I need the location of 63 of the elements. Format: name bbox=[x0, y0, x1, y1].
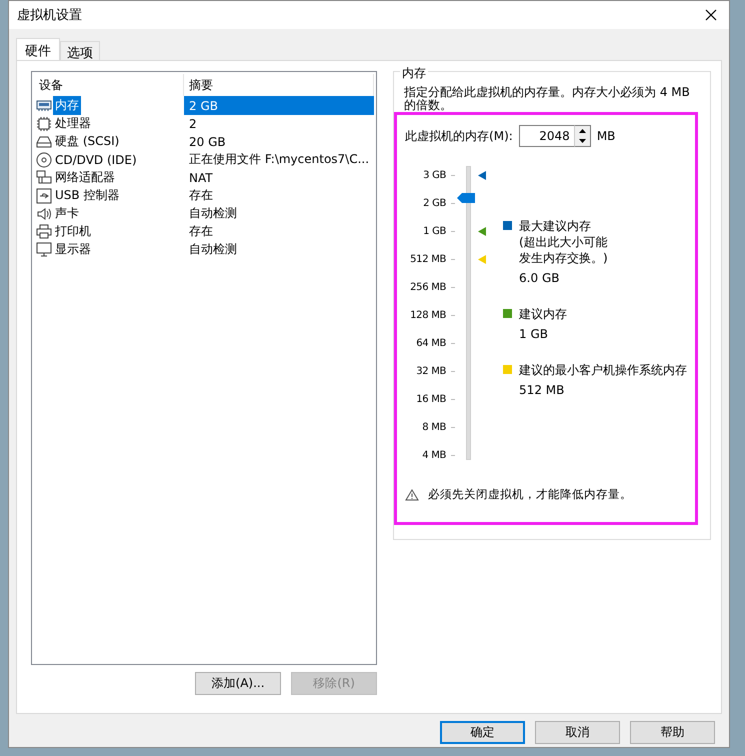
tick-label: 1 GB bbox=[423, 226, 446, 236]
memory-icon bbox=[36, 98, 52, 114]
legend-value: 6.0 GB bbox=[519, 271, 560, 285]
legend-title: 最大建议内存 bbox=[519, 219, 592, 233]
tick-label: 128 MB bbox=[410, 310, 446, 320]
memory-slider[interactable] bbox=[457, 166, 474, 460]
device-name[interactable]: 内存 bbox=[53, 96, 81, 115]
unit-label: MB bbox=[596, 129, 616, 143]
tick-label: 32 MB bbox=[416, 366, 446, 376]
device-summary: 2 GB bbox=[184, 96, 374, 115]
dialog-button[interactable]: 帮助 bbox=[630, 720, 715, 744]
tick-label: 256 MB bbox=[410, 282, 446, 292]
device-summary: 自动检测 bbox=[188, 241, 238, 258]
warning-text: 必须先关闭虚拟机，才能降低内存量。 bbox=[428, 487, 632, 502]
window-title: 虚拟机设置 bbox=[17, 7, 82, 24]
up-arrow-icon[interactable] bbox=[578, 129, 586, 133]
cpu-icon bbox=[36, 116, 52, 132]
dialog-button[interactable]: 取消 bbox=[535, 720, 620, 744]
tick-label: 512 MB bbox=[410, 254, 446, 264]
close-icon[interactable] bbox=[705, 9, 717, 21]
down-arrow-icon[interactable] bbox=[578, 139, 586, 143]
legend-value: 1 GB bbox=[519, 327, 550, 341]
network-icon bbox=[36, 170, 52, 186]
dialog-button[interactable]: 确定 bbox=[440, 720, 525, 744]
device-name[interactable]: CD/DVD (IDE) bbox=[53, 152, 139, 168]
usb-icon bbox=[36, 188, 52, 204]
warning-icon bbox=[405, 488, 420, 500]
legend-value: 512 MB bbox=[519, 383, 566, 397]
tick-label: 4 MB bbox=[422, 450, 446, 460]
legend-title: 建议内存 bbox=[519, 307, 568, 321]
device-name[interactable]: 打印机 bbox=[53, 222, 93, 241]
device-summary: 正在使用文件 F:\mycentos7\C... bbox=[188, 151, 370, 168]
tick-label: 16 MB bbox=[416, 394, 446, 404]
device-name[interactable]: 显示器 bbox=[53, 240, 93, 259]
device-name[interactable]: 硬盘 (SCSI) bbox=[53, 132, 122, 151]
device-summary: 存在 bbox=[188, 187, 214, 204]
tab[interactable]: 选项 bbox=[60, 41, 100, 60]
device-summary: 2 bbox=[188, 116, 198, 132]
sound-icon bbox=[36, 206, 52, 222]
slider-thumb[interactable] bbox=[457, 193, 476, 204]
legend-title: 建议的最小客户机操作系统内存 bbox=[519, 363, 688, 377]
legend-note: 发生内存交换。) bbox=[519, 251, 609, 265]
display-icon bbox=[36, 242, 52, 258]
legend-note: (超出此大小可能 bbox=[519, 235, 609, 249]
tick-label: 2 GB bbox=[423, 198, 446, 208]
device-summary: 20 GB bbox=[188, 134, 227, 150]
device-name[interactable]: 声卡 bbox=[53, 204, 81, 223]
cd-icon bbox=[36, 152, 52, 168]
tick-label: 3 GB bbox=[423, 170, 446, 180]
tick-label: 8 MB bbox=[422, 422, 446, 432]
device-summary: 自动检测 bbox=[188, 205, 238, 222]
device-name[interactable]: 网络适配器 bbox=[53, 168, 117, 187]
device-name[interactable]: USB 控制器 bbox=[53, 186, 122, 205]
device-summary: NAT bbox=[188, 170, 214, 186]
tab[interactable]: 硬件 bbox=[16, 38, 60, 60]
add-button[interactable]: 添加(A)... bbox=[195, 672, 282, 695]
memory-label: 此虚拟机的内存(M): bbox=[405, 128, 513, 144]
device-summary: 存在 bbox=[188, 223, 214, 240]
device-name[interactable]: 处理器 bbox=[53, 114, 93, 133]
printer-icon bbox=[36, 224, 52, 240]
memory-field[interactable]: 2048 bbox=[518, 125, 575, 147]
memory-description: 指定分配给此虚拟机的内存量。内存大小必须为 4 MB 的倍数。 bbox=[403, 84, 691, 112]
tick-label: 64 MB bbox=[416, 338, 446, 348]
